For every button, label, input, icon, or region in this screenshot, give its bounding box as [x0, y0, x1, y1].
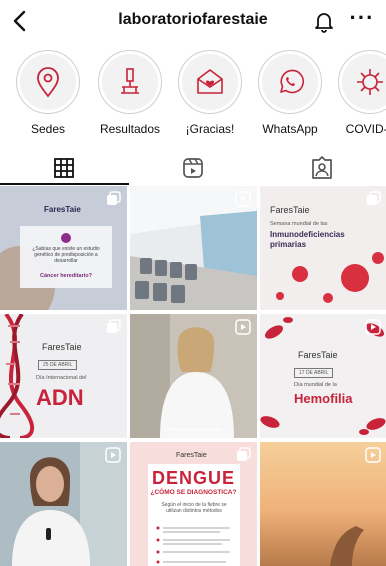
more-options-button[interactable]: ··· [349, 7, 375, 33]
highlight-label: COVID-1 [345, 122, 386, 136]
active-tab-indicator [0, 183, 129, 185]
posts-grid: FaresTaie ¿Sabías que existe un estudio … [0, 186, 386, 566]
microscope-icon [121, 68, 139, 94]
whatsapp-icon [280, 69, 305, 94]
post-dengue[interactable]: FaresTaie DENGUE ¿CÓMO SE DIAGNOSTICA? S… [130, 442, 257, 566]
virus-icon [357, 69, 383, 95]
post-doctor-lab-video[interactable] [0, 442, 127, 566]
post-title: DENGUE [151, 468, 235, 488]
post-date: 17 DE ABRIL [294, 368, 334, 378]
post-subtitle: Día mundial de la [294, 382, 337, 388]
post-title: Hemofilia [294, 391, 353, 406]
highlight-whatsapp[interactable]: WhatsApp [250, 50, 330, 136]
multi-photo-icon [107, 319, 121, 333]
post-subtitle: Día Internacional del [36, 375, 87, 381]
highlight-sedes[interactable]: Sedes [8, 50, 88, 136]
profile-header: laboratoriofarestaie ··· [0, 0, 386, 44]
post-caption: de la mayoría de estas [165, 427, 222, 433]
post-brand: FaresTaie [44, 205, 81, 214]
post-subtitle: ¿CÓMO SE DIAGNOSTICA? [150, 489, 237, 496]
envelope-heart-icon [197, 69, 223, 94]
post-date: 25 DE ABRIL [38, 360, 78, 370]
post-line3: primarias [270, 240, 307, 249]
post-brand: FaresTaie [298, 350, 338, 360]
location-pin-icon [37, 67, 59, 98]
reels-icon [105, 447, 121, 463]
post-cancer-hereditario[interactable]: FaresTaie ¿Sabías que existe un estudio … [0, 186, 127, 310]
post-hemofilia[interactable]: FaresTaie 17 DE ABRIL Día mundial de la … [260, 314, 386, 438]
bell-icon[interactable] [312, 9, 336, 33]
post-brand: FaresTaie [270, 205, 310, 215]
post-line2: Inmunodeficiencias [270, 230, 345, 239]
post-brand: FaresTaie [42, 342, 82, 352]
post-line1: Semana mundial de las [270, 221, 328, 227]
reels-icon[interactable] [179, 154, 207, 182]
highlight-label: ¡Gracias! [185, 122, 235, 136]
post-inmunodeficiencias[interactable]: FaresTaie Semana mundial de las Inmunode… [260, 186, 386, 310]
reels-icon [365, 447, 381, 463]
post-waiting-room[interactable] [130, 186, 257, 310]
reels-icon [365, 319, 381, 335]
post-doctor-video[interactable]: de la mayoría de estas [130, 314, 257, 438]
post-text: ¿Sabías que existe un estudio genético d… [32, 246, 100, 264]
highlight-gracias[interactable]: ¡Gracias! [170, 50, 250, 136]
highlight-label: Resultados [99, 122, 161, 136]
multi-photo-icon [237, 447, 251, 461]
post-body: Según el inicio de la fiebre se utilizan… [161, 502, 227, 514]
post-running-video[interactable] [260, 442, 386, 566]
highlight-resultados[interactable]: Resultados [90, 50, 170, 136]
reels-icon [235, 191, 251, 207]
highlight-label: WhatsApp [262, 122, 318, 136]
highlight-covid[interactable]: COVID-1 [330, 50, 386, 136]
post-highlight: Cáncer hereditario? [40, 273, 92, 279]
story-highlights: Sedes Resultados ¡Gracias! WhatsApp COVI… [0, 50, 386, 136]
tagged-icon[interactable] [308, 154, 336, 182]
multi-photo-icon [367, 191, 381, 205]
post-brand: FaresTaie [176, 452, 207, 459]
reels-icon [235, 319, 251, 335]
multi-photo-icon [107, 191, 121, 205]
post-title: ADN [36, 385, 84, 410]
profile-tabs [0, 146, 386, 186]
post-adn[interactable]: FaresTaie 25 DE ABRIL Día Internacional … [0, 314, 127, 438]
grid-icon[interactable] [50, 154, 78, 182]
highlight-label: Sedes [30, 122, 66, 136]
